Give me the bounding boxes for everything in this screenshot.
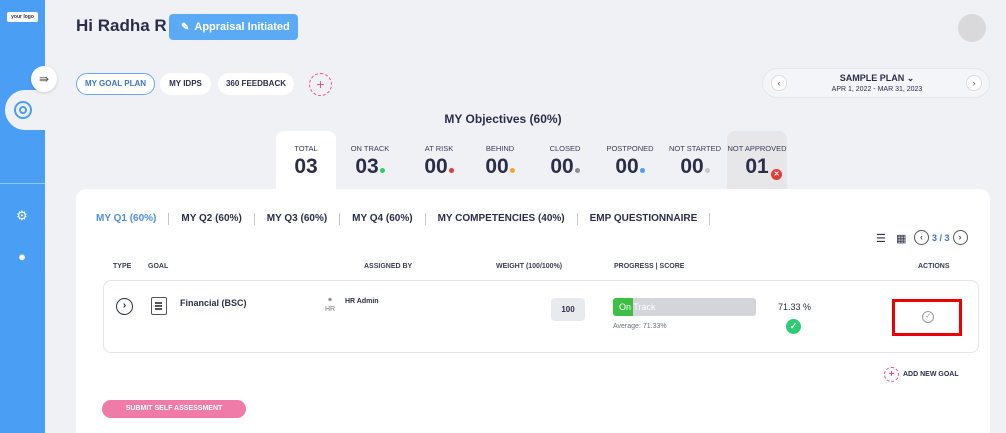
goal-type-icon xyxy=(151,297,167,315)
header-actions: ACTIONS xyxy=(918,263,950,270)
add-goal-plus-icon: + xyxy=(884,367,899,382)
actions-highlight: ✓ xyxy=(892,299,962,336)
score-value: 71.33 % xyxy=(778,302,812,312)
tab-q2[interactable]: MY Q2 (60%) xyxy=(169,213,255,225)
stat-total[interactable]: TOTAL 03 xyxy=(276,131,336,189)
expand-sidebar-icon[interactable]: ⇛ xyxy=(31,66,57,92)
assigned-by: HR Admin xyxy=(345,298,379,305)
submit-self-assessment-button[interactable]: SUBMIT SELF ASSESSMENT xyxy=(102,400,246,418)
stat-postponed[interactable]: POSTPONED 00 xyxy=(600,131,660,189)
tab-q1[interactable]: MY Q1 (60%) xyxy=(96,213,170,225)
header-assigned-by: ASSIGNED BY xyxy=(364,263,413,270)
header-goal: GOAL xyxy=(148,263,169,270)
sidebar: your logo ⚙ ● xyxy=(0,0,45,433)
logo: your logo xyxy=(7,12,38,22)
header-weight: WEIGHT (100/100%) xyxy=(496,263,563,270)
list-view-icon[interactable]: ☰ xyxy=(876,232,886,245)
stat-not-approved[interactable]: NOT APPROVED 01 ✕ xyxy=(727,131,787,189)
quarter-tabs: MY Q1 (60%) MY Q2 (60%) MY Q3 (60%) MY Q… xyxy=(96,213,711,225)
plan-selector[interactable]: ‹ SAMPLE PLAN ⌄ APR 1, 2022 - MAR 31, 20… xyxy=(762,68,990,98)
progress-average: Average: 71.33% xyxy=(613,323,667,330)
plan-dates: APR 1, 2022 - MAR 31, 2023 xyxy=(831,86,923,93)
approve-check-icon[interactable]: ✓ xyxy=(922,311,934,323)
header-progress: PROGRESS | SCORE xyxy=(614,263,685,270)
appraisal-status-button[interactable]: ✎ Appraisal Initiated xyxy=(169,14,298,40)
tab-my-idps[interactable]: MY IDPS xyxy=(160,73,211,95)
stat-on-track[interactable]: ON TRACK 03 xyxy=(340,131,400,189)
progress-bar: On Track xyxy=(613,298,756,316)
weight-value: 100 xyxy=(551,298,585,321)
add-tab-icon[interactable]: + xyxy=(309,73,332,96)
settings-gear-icon[interactable]: ⚙ xyxy=(12,208,32,224)
user-avatar[interactable] xyxy=(958,14,986,42)
next-page-icon[interactable]: › xyxy=(952,230,968,245)
not-approved-x-icon: ✕ xyxy=(771,169,782,180)
tab-my-goal-plan[interactable]: MY GOAL PLAN xyxy=(76,73,155,95)
header-type: TYPE xyxy=(113,263,132,270)
greeting: Hi Radha R xyxy=(76,16,167,35)
plan-name[interactable]: SAMPLE PLAN ⌄ xyxy=(763,73,991,84)
stat-closed[interactable]: CLOSED 00 xyxy=(535,131,595,189)
grid-view-icon[interactable]: ▦ xyxy=(896,232,906,245)
next-plan-icon[interactable]: › xyxy=(966,75,982,91)
add-new-goal-button[interactable]: + ADD NEW GOAL xyxy=(884,367,959,382)
user-icon[interactable]: ● xyxy=(12,249,32,264)
objectives-title: MY Objectives (60%) xyxy=(444,112,562,126)
tab-360-feedback[interactable]: 360 FEEDBACK xyxy=(218,73,294,95)
progress-label: On Track xyxy=(619,302,656,312)
table-row: › Financial (BSC) ⁕ HR HR Admin 100 On Tr… xyxy=(103,280,979,353)
assigner-avatar: ⁕ HR xyxy=(324,297,336,313)
tab-competencies[interactable]: MY COMPETENCIES (40%) xyxy=(426,213,578,225)
score-check-icon: ✓ xyxy=(786,319,801,334)
tab-emp-questionnaire[interactable]: EMP QUESTIONNAIRE xyxy=(578,213,711,225)
goal-name[interactable]: Financial (BSC) xyxy=(180,298,247,308)
goals-card: MY Q1 (60%) MY Q2 (60%) MY Q3 (60%) MY Q… xyxy=(76,189,990,433)
expand-row-icon[interactable]: › xyxy=(116,298,133,315)
stat-at-risk[interactable]: AT RISK 00 xyxy=(409,131,469,189)
tab-q3[interactable]: MY Q3 (60%) xyxy=(255,213,341,225)
pager: ‹ 3 / 3 › xyxy=(914,230,968,245)
pencil-icon: ✎ xyxy=(181,22,190,33)
sidebar-divider xyxy=(0,183,45,184)
stat-not-started[interactable]: NOT STARTED 00 xyxy=(665,131,725,189)
tab-q4[interactable]: MY Q4 (60%) xyxy=(340,213,426,225)
stat-behind[interactable]: BEHIND 00 xyxy=(470,131,530,189)
prev-page-icon[interactable]: ‹ xyxy=(914,230,929,245)
